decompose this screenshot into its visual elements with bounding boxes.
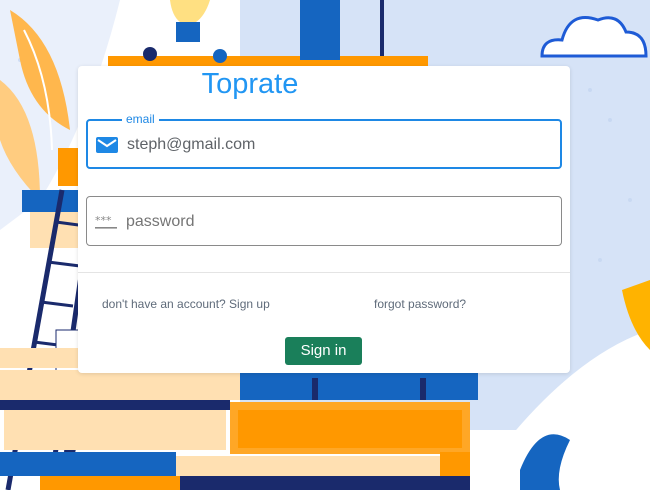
login-card: Toprate email steph@gmail.com *** passwo… <box>78 66 570 373</box>
mail-icon <box>96 137 118 153</box>
divider <box>78 272 570 273</box>
password-dots-icon: *** <box>95 214 117 229</box>
app-title: Toprate <box>201 68 299 100</box>
email-value: steph@gmail.com <box>127 136 256 153</box>
svg-text:***: *** <box>95 214 112 227</box>
sign-in-button[interactable]: Sign in <box>285 337 362 365</box>
signup-link[interactable]: don't have an account? Sign up <box>102 297 270 311</box>
password-placeholder: password <box>126 213 195 230</box>
email-field[interactable]: email steph@gmail.com <box>86 112 562 169</box>
email-label: email <box>122 112 159 126</box>
forgot-password-link[interactable]: forgot password? <box>374 297 466 311</box>
password-field[interactable]: *** password <box>86 196 562 246</box>
